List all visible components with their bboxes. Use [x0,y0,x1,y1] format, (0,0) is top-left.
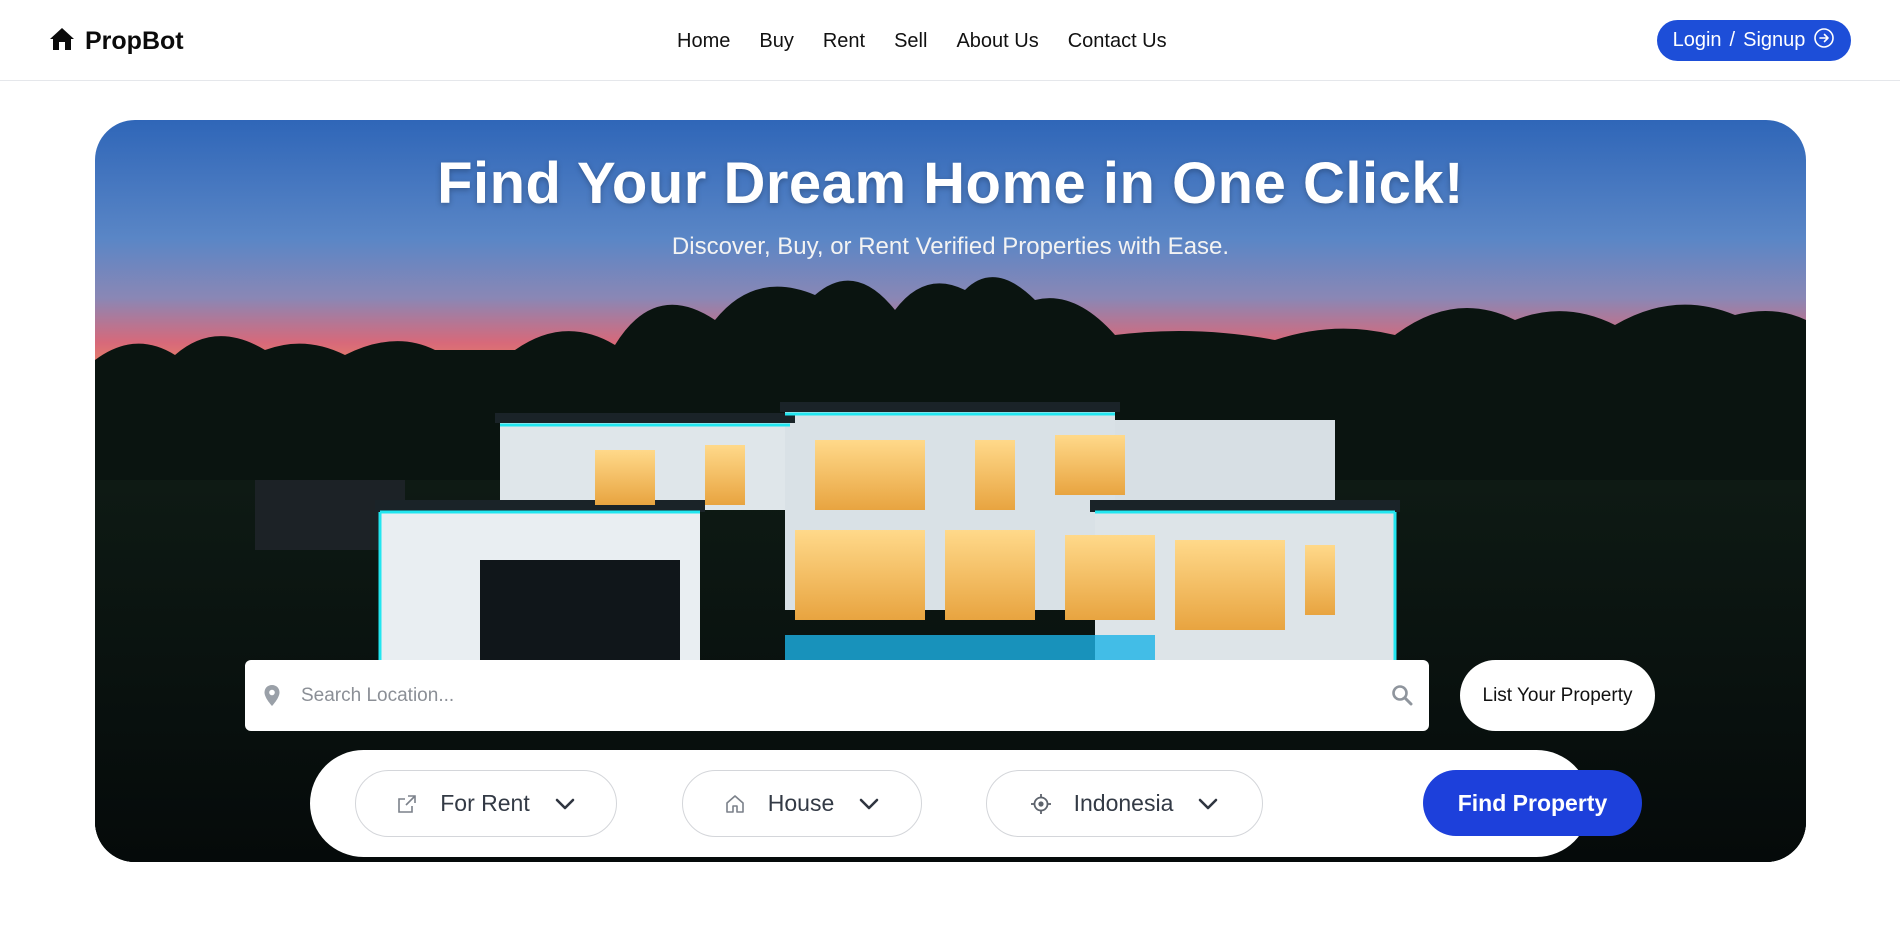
search-icon[interactable] [1391,684,1413,706]
property-type-value: House [767,790,835,816]
main-nav: Home Buy Rent Sell About Us Contact Us [677,27,1167,55]
country-select[interactable]: Indonesia [986,770,1263,837]
listing-type-value: For Rent [440,790,530,816]
chevron-down-icon [1197,797,1219,811]
map-pin-icon [263,684,281,708]
list-your-property-button[interactable]: List Your Property [1460,660,1655,731]
listing-type-select[interactable]: For Rent [355,770,617,837]
chevron-down-icon [554,797,576,811]
chevron-down-icon [858,797,880,811]
arrow-circle-right-icon [1813,27,1835,55]
nav-item-home[interactable]: Home [677,27,730,55]
external-link-icon [396,793,418,815]
top-navbar: PropBot Home Buy Rent Sell About Us Cont… [0,0,1900,81]
find-property-button[interactable]: Find Property [1423,770,1642,836]
hero-banner: Find Your Dream Home in One Click! Disco… [95,120,1806,862]
country-value: Indonesia [1073,790,1174,816]
nav-item-rent[interactable]: Rent [823,27,865,55]
signup-label: Signup [1743,29,1806,51]
login-separator: / [1729,29,1736,51]
filter-bar: For Rent House Indonesia Find Property [310,750,1642,857]
crosshair-icon [1030,793,1052,815]
property-type-select[interactable]: House [682,770,922,837]
hero-subtitle: Discover, Buy, or Rent Verified Properti… [671,233,1230,260]
hero-title: Find Your Dream Home in One Click! [437,151,1464,216]
nav-item-contact-us[interactable]: Contact Us [1068,27,1167,55]
nav-item-sell[interactable]: Sell [894,27,927,55]
home-icon [49,27,75,56]
brand-logo[interactable]: PropBot [49,27,184,56]
nav-item-buy[interactable]: Buy [759,27,793,55]
home-outline-icon [724,793,746,815]
login-signup-button[interactable]: Login / Signup [1657,20,1851,61]
location-search-box [245,660,1429,731]
login-label: Login [1672,29,1722,51]
nav-item-about-us[interactable]: About Us [956,27,1038,55]
search-location-input[interactable] [301,678,1351,714]
brand-name: PropBot [85,27,184,55]
